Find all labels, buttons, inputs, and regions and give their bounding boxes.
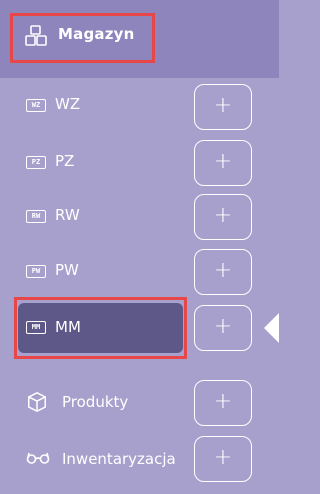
sidebar-item-produkty[interactable]: Produkty xyxy=(0,378,190,428)
sidebar-item-label: RW xyxy=(55,206,80,224)
sidebar-item-pw[interactable]: PW PW xyxy=(0,248,190,298)
sidebar-item-inwentaryzacja[interactable]: Inwentaryzacja xyxy=(0,434,190,484)
active-pointer-arrow xyxy=(264,313,279,343)
sidebar-item-wz[interactable]: WZ WZ xyxy=(0,80,190,130)
add-inwentaryzacja-button[interactable]: + xyxy=(194,436,252,482)
sidebar-item-label: PZ xyxy=(55,152,75,170)
document-pw-icon: PW xyxy=(26,265,46,278)
glasses-icon xyxy=(26,452,50,464)
sidebar-item-label: PW xyxy=(55,261,79,279)
sidebar-item-rw[interactable]: RW RW xyxy=(0,193,190,243)
add-pz-button[interactable]: + xyxy=(194,140,252,186)
document-rw-icon: RW xyxy=(26,210,46,223)
document-pz-icon: PZ xyxy=(26,156,46,169)
box-icon xyxy=(28,392,46,412)
add-produkty-button[interactable]: + xyxy=(194,380,252,426)
sidebar-item-pz[interactable]: PZ PZ xyxy=(0,137,190,187)
sidebar-item-label: Inwentaryzacja xyxy=(62,450,176,468)
header-highlight xyxy=(10,13,155,63)
mm-highlight xyxy=(14,297,187,359)
document-wz-icon: WZ xyxy=(26,99,46,112)
add-pw-button[interactable]: + xyxy=(194,249,252,295)
add-wz-button[interactable]: + xyxy=(194,84,252,130)
add-rw-button[interactable]: + xyxy=(194,194,252,240)
sidebar-item-label: WZ xyxy=(55,95,81,113)
sidebar-item-label: Produkty xyxy=(62,393,129,411)
add-mm-button[interactable]: + xyxy=(194,305,252,351)
